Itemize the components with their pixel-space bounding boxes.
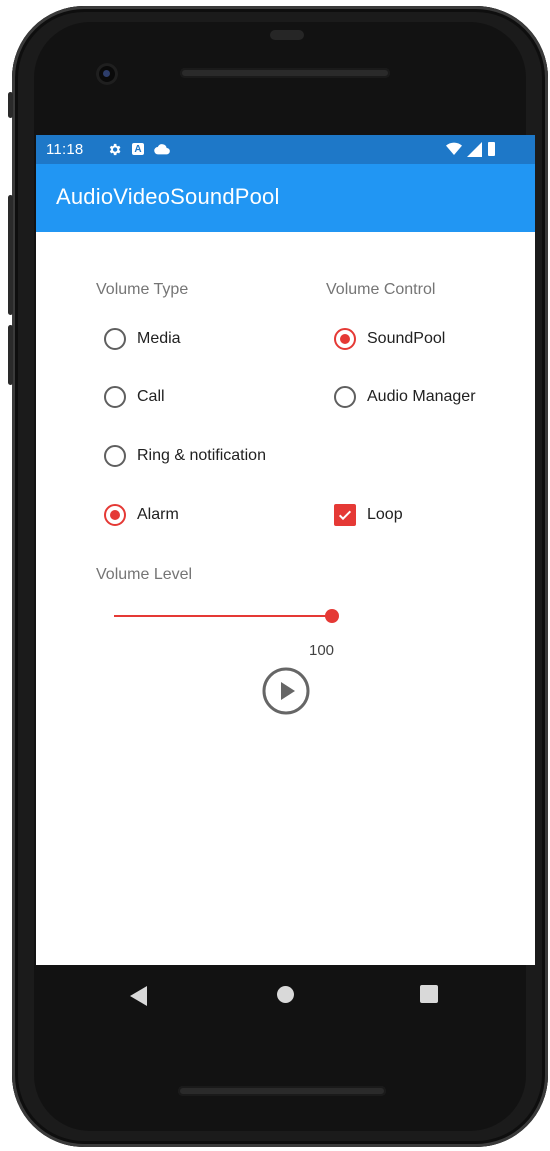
radio-soundpool-label: SoundPool xyxy=(367,330,446,347)
checkmark-icon xyxy=(334,504,356,526)
radio-indicator-selected xyxy=(334,328,356,350)
slider-track xyxy=(114,615,332,617)
bottom-speaker xyxy=(178,1086,386,1096)
radio-ring-notification-label: Ring & notification xyxy=(137,447,266,464)
volume-rocker xyxy=(8,195,13,315)
top-sensor xyxy=(270,30,304,40)
radio-indicator xyxy=(104,445,126,467)
radio-indicator xyxy=(334,386,356,408)
a-icon: A xyxy=(132,143,144,155)
radio-alarm[interactable]: Alarm xyxy=(104,500,179,530)
play-icon xyxy=(262,667,310,715)
loop-checkbox[interactable]: Loop xyxy=(334,500,403,530)
radio-alarm-label: Alarm xyxy=(137,506,179,523)
home-icon[interactable] xyxy=(277,986,294,1003)
radio-media[interactable]: Media xyxy=(104,324,181,354)
radio-call[interactable]: Call xyxy=(104,382,165,412)
play-button[interactable] xyxy=(262,667,310,715)
loop-label: Loop xyxy=(367,506,403,523)
app-bar: AudioVideoSoundPool xyxy=(36,164,535,232)
volume-level-label: Volume Level xyxy=(96,566,193,583)
radio-media-label: Media xyxy=(137,330,181,347)
radio-ring-notification[interactable]: Ring & notification xyxy=(104,441,266,471)
app-title: AudioVideoSoundPool xyxy=(56,184,280,209)
radio-call-label: Call xyxy=(137,388,165,405)
earpiece-speaker xyxy=(180,68,390,78)
volume-level-value: 100 xyxy=(309,642,335,659)
radio-soundpool[interactable]: SoundPool xyxy=(334,324,445,354)
gear-icon xyxy=(106,141,122,157)
wifi-icon xyxy=(446,141,462,157)
radio-indicator xyxy=(104,328,126,350)
radio-indicator xyxy=(104,386,126,408)
status-bar: 11:18 A xyxy=(36,135,535,164)
volume-control-label: Volume Control xyxy=(326,281,436,298)
cloud-icon xyxy=(154,141,170,157)
volume-slider[interactable] xyxy=(114,608,339,624)
front-camera xyxy=(96,63,118,85)
radio-audio-manager-label: Audio Manager xyxy=(367,388,476,405)
recent-apps-icon[interactable] xyxy=(420,985,438,1003)
slider-thumb[interactable] xyxy=(325,609,339,623)
battery-icon xyxy=(488,142,495,156)
radio-indicator-selected xyxy=(104,504,126,526)
screen: 11:18 A AudioVideoSoundPool Volume Type … xyxy=(36,135,535,965)
radio-audio-manager[interactable]: Audio Manager xyxy=(334,382,476,412)
volume-type-label: Volume Type xyxy=(96,281,189,298)
power-button xyxy=(8,92,13,118)
signal-icon xyxy=(466,141,482,157)
side-button xyxy=(8,325,13,385)
back-icon[interactable] xyxy=(130,986,148,1010)
status-time: 11:18 xyxy=(46,141,84,158)
